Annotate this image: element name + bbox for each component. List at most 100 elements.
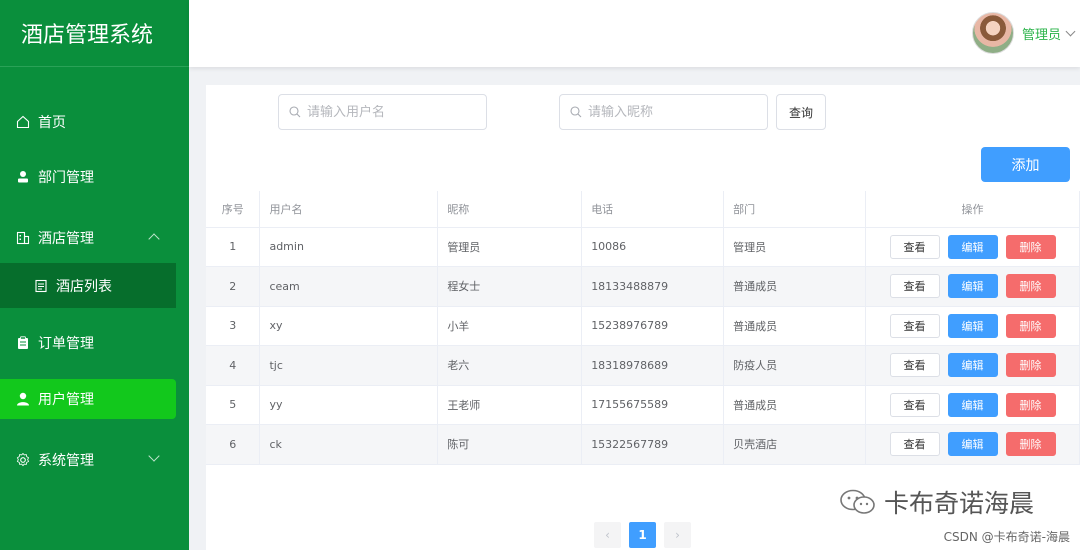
cell-username: ck	[259, 424, 439, 465]
cell-nickname: 小羊	[437, 306, 583, 346]
main-panel: 查询 添加 序号 用户名 昵称 电话 部门 操作 1admin管理员10086管…	[206, 85, 1080, 550]
cell-actions: 查看 编辑 删除	[865, 266, 1080, 307]
view-button[interactable]: 查看	[889, 234, 940, 259]
cell-phone: 17155675589	[581, 385, 725, 425]
cell-index: 6	[206, 424, 261, 465]
sidebar-item-department[interactable]: 部门管理	[0, 157, 176, 197]
cell-actions: 查看 编辑 删除	[865, 345, 1080, 386]
prev-page-button[interactable]: ‹	[594, 522, 621, 548]
delete-button[interactable]: 删除	[1005, 353, 1056, 378]
chevron-down-icon	[148, 450, 160, 462]
cell-phone: 18133488879	[581, 266, 725, 307]
pagination: ‹ 1 ›	[594, 522, 691, 548]
edit-button[interactable]: 编辑	[947, 274, 998, 299]
cell-phone: 15322567789	[581, 424, 725, 465]
chevron-down-icon[interactable]	[1065, 26, 1076, 36]
cell-index: 1	[206, 227, 261, 267]
chevron-up-icon	[148, 233, 160, 245]
edit-button[interactable]: 编辑	[947, 432, 998, 457]
edit-button[interactable]: 编辑	[947, 392, 998, 417]
table-row: 1 admin 管理员 10086 管理员 查看 编辑 删除	[206, 227, 1080, 267]
col-header-index: 序号	[206, 191, 261, 228]
document-icon	[34, 279, 48, 293]
cell-department: 管理员	[723, 227, 866, 267]
avatar[interactable]	[971, 12, 1014, 54]
sidebar-item-label: 订单管理	[38, 336, 94, 352]
table-row: 4 tjc 老六 18318978689 防疫人员 查看 编辑 删除	[206, 345, 1080, 386]
next-page-button[interactable]: ›	[664, 522, 691, 548]
cell-phone: 18318978689	[581, 345, 725, 386]
view-button[interactable]: 查看	[889, 274, 940, 299]
edit-button[interactable]: 编辑	[947, 353, 998, 378]
person-icon	[16, 170, 30, 184]
cell-username: admin	[259, 227, 439, 267]
sidebar-item-users[interactable]: 用户管理	[0, 379, 176, 419]
view-button[interactable]: 查看	[889, 353, 940, 378]
search-icon	[289, 106, 301, 118]
table-row: 6 ck 陈可 15322567789 贝壳酒店 查看 编辑 删除	[206, 424, 1080, 465]
table-header-row: 序号 用户名 昵称 电话 部门 操作	[206, 191, 1080, 228]
delete-button[interactable]: 删除	[1005, 274, 1056, 299]
view-button[interactable]: 查看	[889, 392, 940, 417]
page-1-button[interactable]: 1	[629, 522, 656, 548]
delete-button[interactable]: 删除	[1005, 432, 1056, 457]
cell-phone: 10086	[581, 227, 725, 267]
sidebar-item-hotel[interactable]: 酒店管理	[0, 218, 176, 258]
sidebar-item-hotel-list[interactable]: 酒店列表	[0, 263, 176, 308]
search-icon	[570, 106, 582, 118]
delete-button[interactable]: 删除	[1005, 392, 1056, 417]
user-name[interactable]: 管理员	[1022, 24, 1061, 43]
cell-nickname: 管理员	[437, 227, 583, 267]
cell-nickname: 陈可	[437, 424, 583, 465]
cell-department: 普通成员	[723, 385, 866, 425]
cell-department: 防疫人员	[723, 345, 866, 386]
cell-department: 普通成员	[723, 266, 866, 307]
col-header-nickname: 昵称	[437, 191, 583, 228]
app-title: 酒店管理系统	[0, 0, 189, 67]
col-header-phone: 电话	[581, 191, 725, 228]
user-icon	[16, 392, 30, 406]
cell-department: 普通成员	[723, 306, 866, 346]
cell-index: 3	[206, 306, 261, 346]
edit-button[interactable]: 编辑	[947, 234, 998, 259]
cell-nickname: 王老师	[437, 385, 583, 425]
cell-username: tjc	[259, 345, 439, 386]
cell-nickname: 老六	[437, 345, 583, 386]
sidebar-item-label: 首页	[38, 115, 66, 131]
cell-username: xy	[259, 306, 439, 346]
user-menu[interactable]: 管理员	[971, 12, 1076, 54]
building-icon	[16, 231, 30, 245]
view-button[interactable]: 查看	[889, 313, 940, 338]
view-button[interactable]: 查看	[889, 432, 940, 457]
nickname-search-box[interactable]	[559, 94, 768, 130]
nickname-search-input[interactable]	[588, 104, 748, 120]
sidebar-item-system[interactable]: 系统管理	[0, 440, 176, 480]
watermark-text: 卡布奇诺海晨	[884, 489, 1035, 518]
wechat-icon	[840, 489, 875, 514]
cell-actions: 查看 编辑 删除	[865, 227, 1080, 267]
username-search-box[interactable]	[278, 94, 487, 130]
sidebar-item-label: 酒店列表	[56, 278, 112, 295]
table-body: 1 admin 管理员 10086 管理员 查看 编辑 删除 2 ceam 程女士 181334888…	[206, 227, 1080, 465]
sidebar: 酒店管理系统 首页 部门管理 酒店管理 酒店列表 订单管理 用户管理 系统管理	[0, 0, 189, 550]
query-button[interactable]: 查询	[776, 94, 826, 130]
cell-username: ceam	[259, 266, 439, 307]
sidebar-item-orders[interactable]: 订单管理	[0, 323, 176, 363]
cell-actions: 查看 编辑 删除	[865, 385, 1080, 425]
add-user-button[interactable]: 添加	[981, 147, 1070, 182]
sidebar-item-label: 用户管理	[38, 392, 94, 408]
cell-index: 5	[206, 385, 261, 425]
col-header-actions: 操作	[865, 191, 1080, 228]
sidebar-item-home[interactable]: 首页	[0, 102, 176, 142]
top-header: 管理员	[189, 0, 1080, 67]
sidebar-item-label: 系统管理	[38, 453, 94, 469]
cell-username: yy	[259, 385, 439, 425]
edit-button[interactable]: 编辑	[947, 313, 998, 338]
delete-button[interactable]: 删除	[1005, 313, 1056, 338]
sidebar-item-label: 酒店管理	[38, 231, 94, 247]
gear-icon	[16, 453, 30, 467]
col-header-department: 部门	[723, 191, 866, 228]
username-search-input[interactable]	[307, 104, 467, 120]
delete-button[interactable]: 删除	[1005, 234, 1056, 259]
cell-index: 2	[206, 266, 261, 307]
